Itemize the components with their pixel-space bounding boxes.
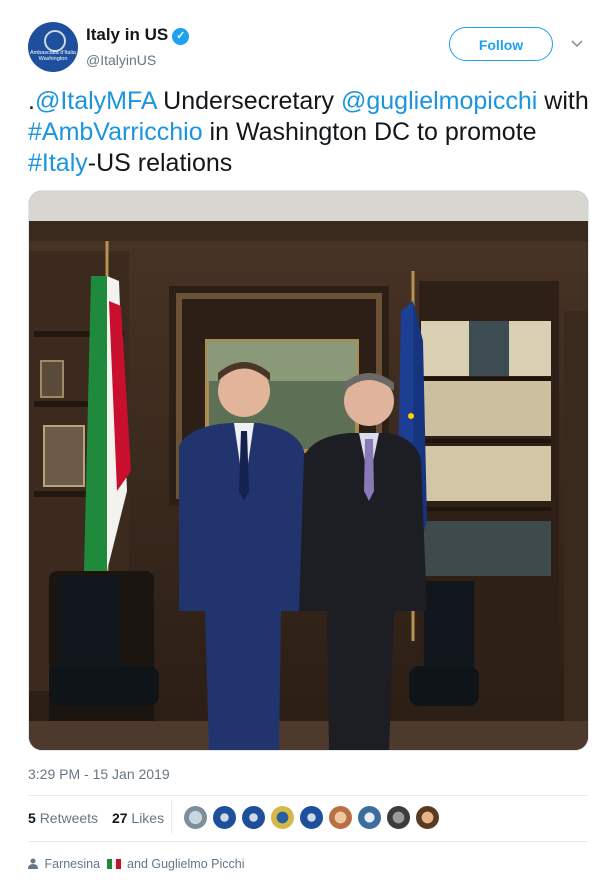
- tweet-text-segment: in Washington DC to promote: [202, 118, 537, 146]
- likes-count[interactable]: 27: [112, 810, 128, 826]
- liker-avatar[interactable]: [299, 805, 324, 830]
- emblem-icon: [44, 30, 66, 52]
- likes-label[interactable]: Likes: [131, 810, 164, 826]
- liker-avatar[interactable]: [415, 805, 440, 830]
- account-name[interactable]: Italy in US ✓: [86, 25, 190, 45]
- italy-flag-icon: [106, 859, 121, 869]
- tweet-text-segment: .: [28, 87, 35, 115]
- liker-avatar[interactable]: [241, 805, 266, 830]
- liker-avatar[interactable]: [270, 805, 295, 830]
- tweet-text-segment: Undersecretary: [156, 87, 341, 115]
- divider-top: [28, 795, 588, 796]
- tweet-link[interactable]: @ItalyMFA: [35, 87, 156, 115]
- tweet-header: Ambasciata d'Italia Washington Italy in …: [28, 22, 588, 74]
- liker-avatar[interactable]: [212, 805, 237, 830]
- tweet-stats: 5 Retweets 27 Likes: [28, 810, 164, 826]
- photo-image: [29, 191, 588, 750]
- tweet-timestamp[interactable]: 3:29 PM - 15 Jan 2019: [28, 766, 170, 782]
- liker-avatar[interactable]: [328, 805, 353, 830]
- chevron-down-icon[interactable]: [569, 36, 585, 52]
- footer-first-user[interactable]: Farnesina: [44, 857, 100, 871]
- follow-button[interactable]: Follow: [449, 27, 553, 61]
- tweet-photo[interactable]: [28, 190, 589, 751]
- tweet-text-segment: with: [537, 87, 589, 115]
- liker-avatar[interactable]: [386, 805, 411, 830]
- avatar-text: Ambasciata d'Italia Washington: [30, 50, 76, 62]
- divider-bottom: [28, 841, 588, 842]
- stats-separator: [171, 800, 172, 834]
- verified-badge-icon: ✓: [172, 28, 190, 45]
- liker-avatar[interactable]: [357, 805, 382, 830]
- account-name-text: Italy in US: [86, 25, 169, 44]
- liker-avatar[interactable]: [183, 805, 208, 830]
- tweet-text: .@ItalyMFA Undersecretary @guglielmopicc…: [28, 86, 598, 179]
- footer-rest[interactable]: and Guglielmo Picchi: [127, 857, 244, 871]
- account-avatar[interactable]: Ambasciata d'Italia Washington: [28, 22, 78, 72]
- tweet-link[interactable]: #Italy: [28, 149, 88, 177]
- tweet-footer: Farnesina and Guglielmo Picchi: [28, 857, 244, 871]
- person-icon: [28, 858, 38, 869]
- tweet-link[interactable]: #AmbVarricchio: [28, 118, 203, 146]
- tweet-link[interactable]: @guglielmopicchi: [341, 87, 537, 115]
- tweet-text-segment: -US relations: [87, 149, 233, 177]
- account-handle[interactable]: @ItalyinUS: [86, 52, 156, 68]
- retweets-label[interactable]: Retweets: [40, 810, 98, 826]
- retweets-count[interactable]: 5: [28, 810, 36, 826]
